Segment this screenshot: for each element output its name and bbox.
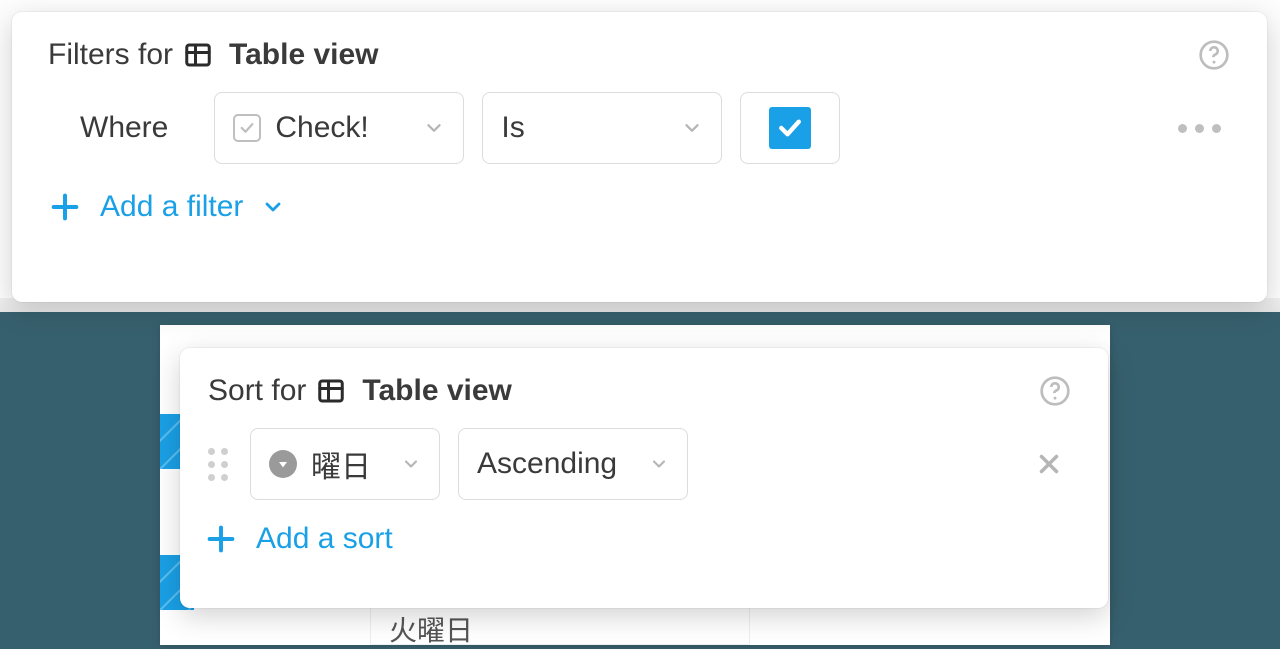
- add-sort-button[interactable]: Add a sort: [180, 500, 1108, 556]
- filter-field-select[interactable]: Check!: [214, 92, 464, 164]
- help-icon[interactable]: [1197, 38, 1231, 72]
- chevron-down-icon: [423, 117, 445, 139]
- where-label: Where: [80, 111, 168, 145]
- sort-field-select[interactable]: 曜日: [250, 428, 440, 500]
- filters-title-prefix: Filters for: [48, 38, 173, 72]
- sort-view-name: Table view: [362, 374, 512, 408]
- table-icon: [316, 376, 346, 406]
- chevron-down-icon: [649, 454, 669, 474]
- filter-field-label: Check!: [275, 111, 368, 145]
- filter-rule-row: Where Check! Is: [12, 82, 1267, 164]
- chevron-down-icon: [261, 195, 285, 219]
- remove-sort-button[interactable]: [1034, 449, 1072, 479]
- add-filter-button[interactable]: Add a filter: [12, 164, 1267, 224]
- filter-value-checkbox[interactable]: [740, 92, 840, 164]
- sort-field-label: 曜日: [311, 442, 371, 486]
- background-cell-text: 火曜日: [389, 609, 473, 649]
- add-filter-label: Add a filter: [100, 190, 243, 224]
- single-select-field-icon: [269, 450, 297, 478]
- add-sort-label: Add a sort: [256, 522, 393, 556]
- filter-operator-label: Is: [501, 111, 524, 145]
- filters-view-name: Table view: [229, 38, 379, 72]
- drag-handle-icon[interactable]: [204, 448, 232, 481]
- chevron-down-icon: [681, 117, 703, 139]
- filter-rule-more-button[interactable]: [1178, 124, 1231, 133]
- filter-operator-select[interactable]: Is: [482, 92, 722, 164]
- checked-icon: [769, 107, 811, 149]
- table-icon: [183, 40, 213, 70]
- sort-title-prefix: Sort for: [208, 374, 306, 408]
- sort-order-select[interactable]: Ascending: [458, 428, 688, 500]
- chevron-down-icon: [401, 454, 421, 474]
- help-icon[interactable]: [1038, 374, 1072, 408]
- sort-panel: Sort for Table view 曜日: [180, 348, 1108, 608]
- filters-header: Filters for Table view: [12, 12, 1267, 82]
- filters-panel: Filters for Table view Where: [12, 12, 1267, 302]
- sort-rule-row: 曜日 Ascending: [180, 418, 1108, 500]
- checkbox-field-icon: [233, 114, 261, 142]
- sort-order-label: Ascending: [477, 447, 617, 481]
- sort-header: Sort for Table view: [180, 348, 1108, 418]
